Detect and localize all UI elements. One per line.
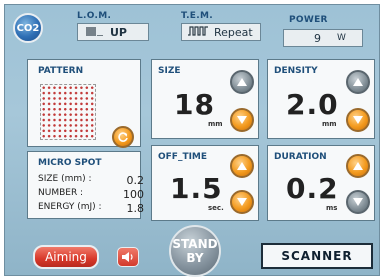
- pulse-train-icon: [86, 26, 104, 39]
- duration-panel: DURATION 0.2 ms: [267, 145, 375, 221]
- off-time-down-button[interactable]: [230, 190, 254, 214]
- square-wave-icon: [188, 25, 208, 39]
- off-time-label: OFF_TIME: [158, 152, 208, 162]
- size-panel: SIZE 18 mm: [151, 59, 259, 139]
- power-field[interactable]: 9 W: [283, 29, 363, 47]
- micro-spot-panel: MICRO SPOT SIZE (mm) : 0.2 NUMBER : 100 …: [27, 151, 144, 219]
- tem-field[interactable]: Repeat: [181, 23, 261, 41]
- density-down-button[interactable]: [346, 108, 370, 132]
- density-unit: mm: [322, 120, 337, 128]
- size-down-button[interactable]: [230, 108, 254, 132]
- aiming-button[interactable]: Aiming: [33, 245, 99, 269]
- rotate-pattern-button[interactable]: [112, 126, 134, 148]
- co2-logo-text: CO2: [16, 22, 40, 34]
- duration-label: DURATION: [274, 152, 327, 162]
- micro-spot-size-value: 0.2: [126, 174, 145, 187]
- pattern-dot-grid[interactable]: [40, 84, 96, 140]
- lom-label: L.O.M.: [77, 11, 112, 21]
- duration-down-button[interactable]: [346, 190, 370, 214]
- micro-spot-number-label: NUMBER :: [38, 188, 84, 198]
- micro-spot-title: MICRO SPOT: [38, 158, 102, 168]
- size-value: 18: [174, 88, 215, 121]
- power-unit: W: [337, 33, 346, 43]
- duration-up-button[interactable]: [346, 154, 370, 178]
- duration-unit: ms: [326, 204, 338, 212]
- power-label: POWER: [289, 15, 328, 25]
- sound-button[interactable]: [117, 247, 139, 267]
- standby-button[interactable]: STAND BY: [169, 225, 221, 277]
- laser-control-screen: CO2 L.O.M. UP T.E.M. Repeat POWER 9 W PA…: [4, 4, 380, 277]
- arrow-down-icon: [353, 198, 363, 206]
- size-label: SIZE: [158, 66, 181, 76]
- off-time-unit: sec.: [208, 204, 224, 212]
- density-label: DENSITY: [274, 66, 318, 76]
- micro-spot-size-label: SIZE (mm) :: [38, 174, 92, 184]
- standby-line1: STAND: [172, 237, 218, 251]
- standby-line2: BY: [186, 251, 204, 265]
- power-value: 9: [314, 31, 322, 45]
- micro-spot-energy-label: ENERGY (mJ) :: [38, 202, 102, 212]
- size-unit: mm: [208, 120, 223, 128]
- arrow-up-icon: [353, 162, 363, 170]
- arrow-up-icon: [237, 78, 247, 86]
- density-up-button[interactable]: [346, 70, 370, 94]
- arrow-down-icon: [237, 116, 247, 124]
- arrow-up-icon: [353, 78, 363, 86]
- micro-spot-energy-value: 1.8: [126, 202, 145, 215]
- density-panel: DENSITY 2.0 mm: [267, 59, 375, 139]
- micro-spot-number-row: NUMBER : 100: [38, 188, 144, 201]
- tem-label: T.E.M.: [181, 11, 213, 21]
- lom-field[interactable]: UP: [77, 23, 149, 41]
- lom-value: UP: [110, 25, 127, 39]
- duration-value: 0.2: [286, 172, 339, 205]
- micro-spot-size-row: SIZE (mm) : 0.2: [38, 174, 144, 187]
- arrow-down-icon: [353, 116, 363, 124]
- off-time-panel: OFF_TIME 1.5 sec.: [151, 145, 259, 221]
- off-time-up-button[interactable]: [230, 154, 254, 178]
- pattern-panel: PATTERN: [27, 59, 141, 148]
- pattern-label: PATTERN: [38, 66, 84, 76]
- off-time-value: 1.5: [170, 172, 223, 205]
- density-value: 2.0: [286, 88, 339, 121]
- arrow-down-icon: [237, 198, 247, 206]
- rotate-icon: [118, 132, 128, 142]
- scanner-button[interactable]: SCANNER: [261, 243, 373, 269]
- micro-spot-number-value: 100: [123, 188, 144, 201]
- speaker-icon: [122, 252, 133, 262]
- co2-logo: CO2: [13, 13, 43, 43]
- micro-spot-energy-row: ENERGY (mJ) : 1.8: [38, 202, 144, 215]
- tem-value: Repeat: [214, 25, 253, 39]
- arrow-up-icon: [237, 162, 247, 170]
- size-up-button[interactable]: [230, 70, 254, 94]
